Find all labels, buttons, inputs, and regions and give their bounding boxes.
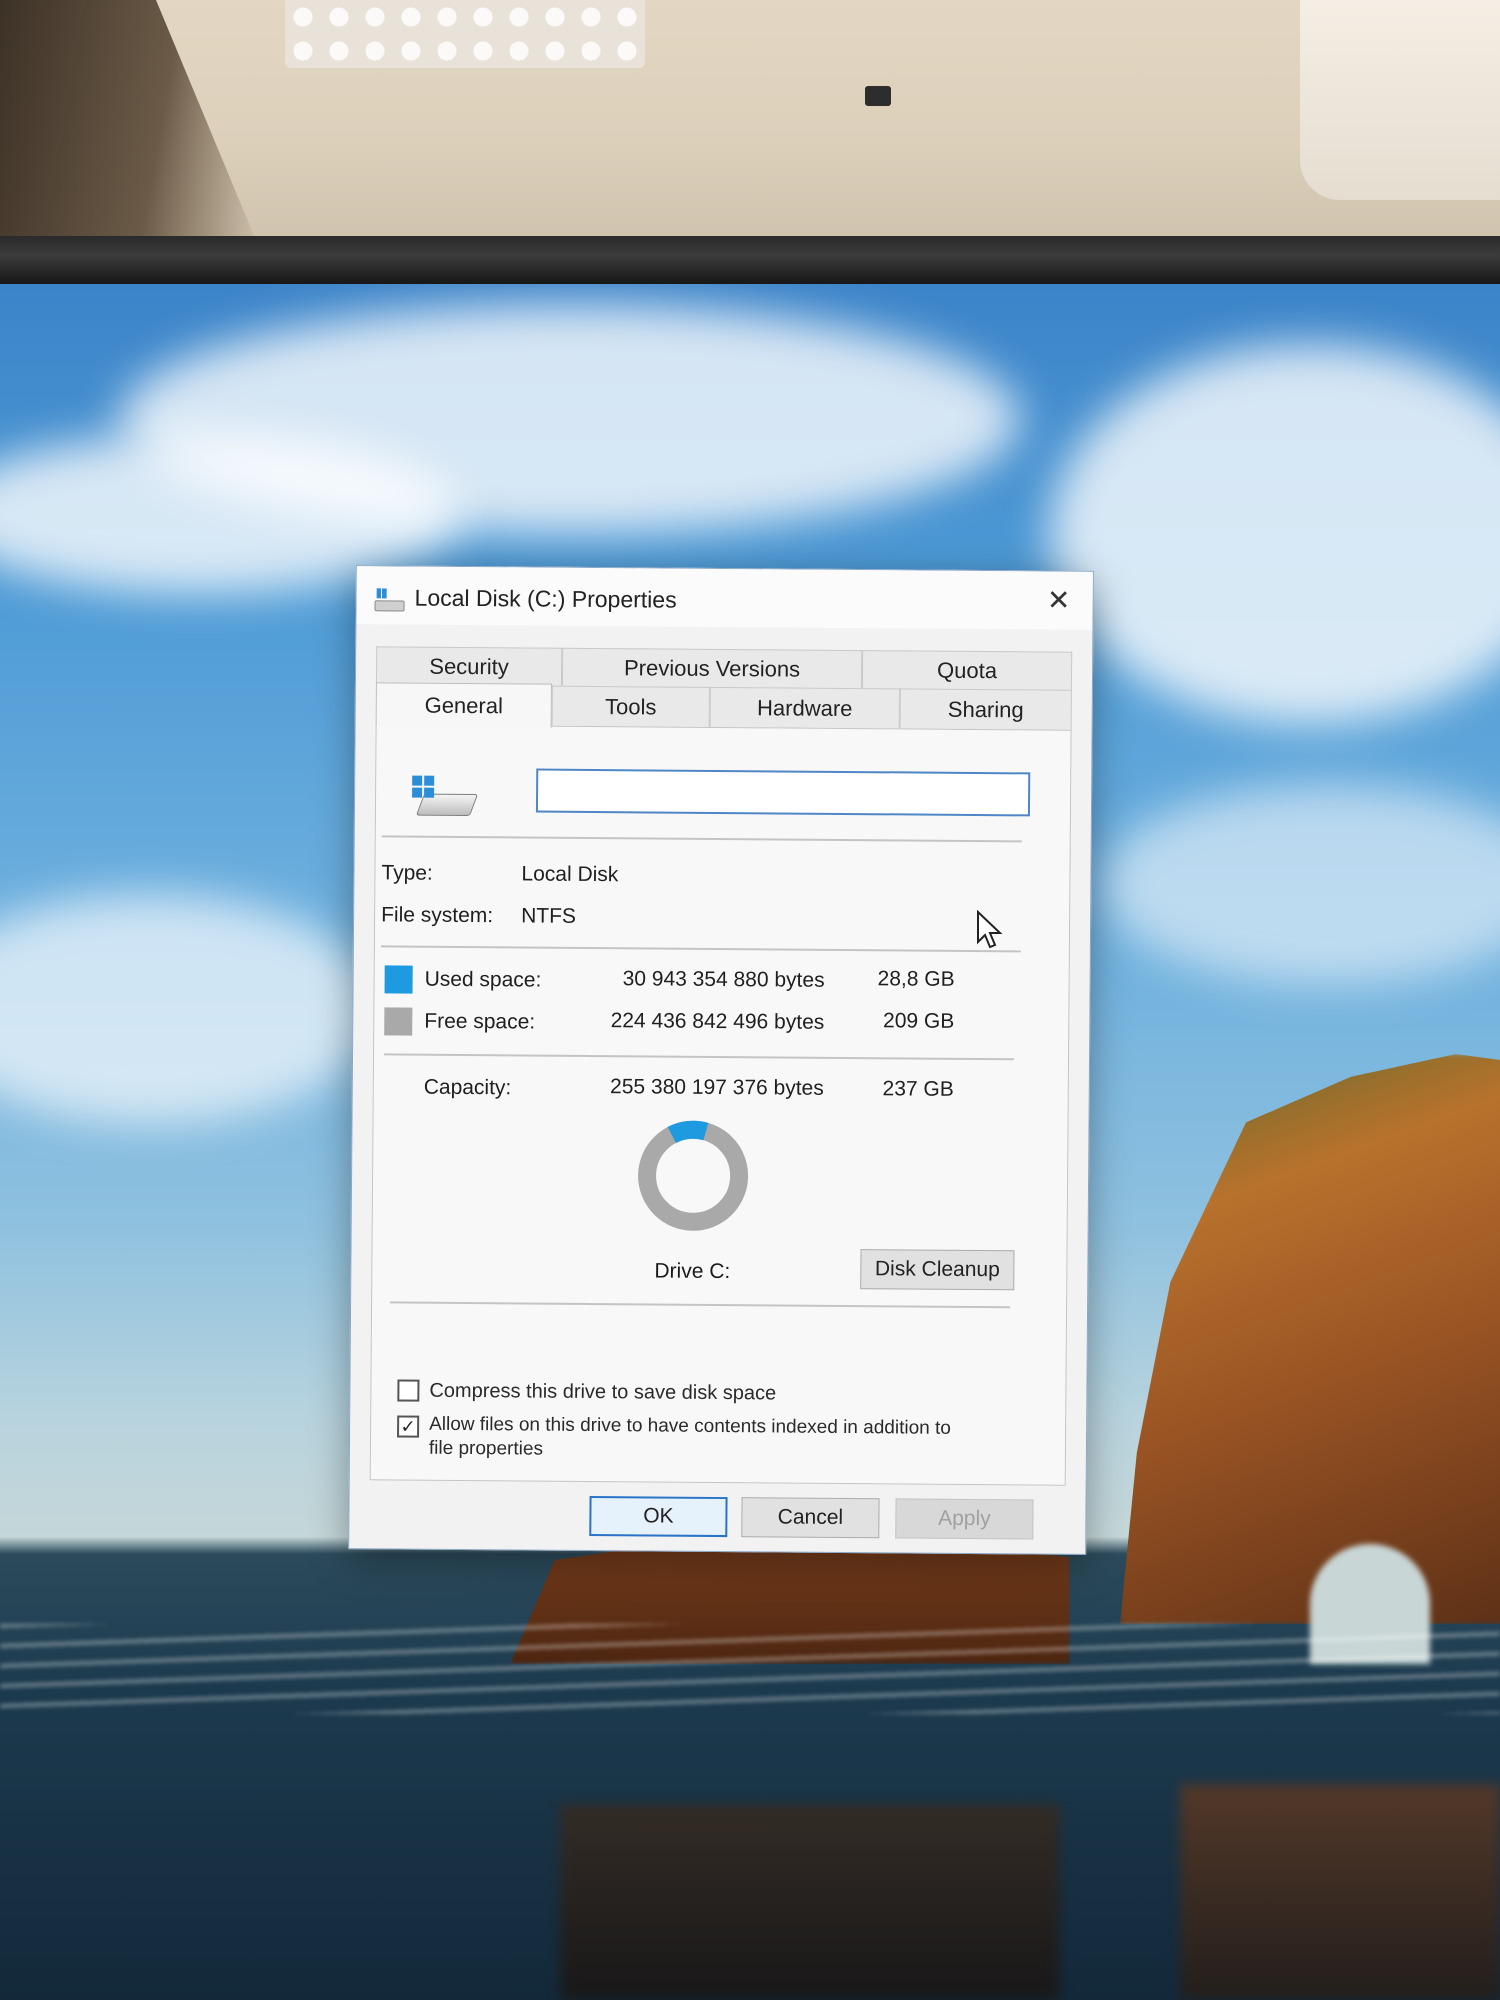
index-label-line2: file properties [428, 1437, 544, 1460]
ceiling-air-unit [1300, 0, 1500, 200]
compress-label: Compress this drive to save disk space [429, 1379, 777, 1405]
disk-cleanup-button[interactable]: Disk Cleanup [860, 1249, 1015, 1291]
used-space-size: 28,8 GB [877, 967, 955, 991]
tab-security[interactable]: Security [375, 646, 563, 686]
free-space-label: Free space: [424, 1009, 536, 1034]
cloud [0, 894, 380, 1124]
apply-button[interactable]: Apply [895, 1498, 1034, 1540]
cancel-button[interactable]: Cancel [741, 1497, 880, 1539]
drive-name-input[interactable] [535, 768, 1031, 817]
sea-waves [0, 1624, 1500, 1714]
water-reflection [560, 1804, 1060, 2000]
close-icon[interactable]: ✕ [1038, 581, 1078, 619]
compress-checkbox[interactable] [397, 1379, 420, 1402]
used-space-swatch [384, 965, 413, 994]
type-label: Type: [381, 861, 433, 885]
water-reflection [1180, 1784, 1500, 2000]
divider [380, 945, 1021, 953]
capacity-label: Capacity: [423, 1075, 512, 1100]
capacity-size: 237 GB [882, 1077, 954, 1101]
ceiling-lamp [285, 0, 645, 68]
free-space-size: 209 GB [883, 1009, 955, 1033]
usage-donut-chart [635, 1117, 752, 1234]
used-space-label: Used space: [424, 967, 542, 992]
general-tab-panel: Type: Local Disk File system: NTFS Used … [369, 724, 1072, 1486]
tab-sharing[interactable]: Sharing [899, 688, 1072, 730]
cloud [1050, 344, 1500, 724]
tab-previous-versions[interactable]: Previous Versions [561, 647, 863, 689]
type-value: Local Disk [521, 862, 619, 887]
divider [381, 835, 1022, 843]
divider [384, 1053, 1015, 1061]
free-space-bytes: 224 436 842 496 bytes [610, 1009, 825, 1034]
free-space-swatch [384, 1007, 413, 1036]
cloud [1100, 784, 1500, 984]
filesystem-label: File system: [381, 903, 494, 928]
drive-icon [412, 775, 479, 820]
properties-dialog: Local Disk (C:) Properties ✕ Security Pr… [348, 565, 1094, 1555]
donut-free-segment [638, 1120, 749, 1231]
capacity-bytes: 255 380 197 376 bytes [610, 1075, 824, 1100]
drive-label: Drive C: [654, 1259, 731, 1284]
monitor-bezel [0, 236, 1500, 284]
tab-tools[interactable]: Tools [551, 685, 710, 727]
window-title: Local Disk (C:) Properties [414, 584, 677, 613]
drive-title-icon [374, 588, 405, 612]
rock-formation [1120, 1054, 1500, 1624]
used-space-bytes: 30 943 354 880 bytes [622, 967, 825, 992]
tab-row-bottom: General Tools Hardware Sharing [375, 682, 1072, 730]
ceiling-camera [865, 86, 891, 106]
divider [390, 1301, 1011, 1309]
filesystem-value: NTFS [521, 904, 577, 928]
tab-quota[interactable]: Quota [861, 650, 1073, 690]
tab-general[interactable]: General [375, 682, 552, 728]
tab-hardware[interactable]: Hardware [709, 686, 900, 729]
ok-button[interactable]: OK [589, 1495, 728, 1538]
index-checkbox[interactable]: ✓ [397, 1415, 420, 1438]
title-bar: Local Disk (C:) Properties ✕ [356, 566, 1093, 630]
